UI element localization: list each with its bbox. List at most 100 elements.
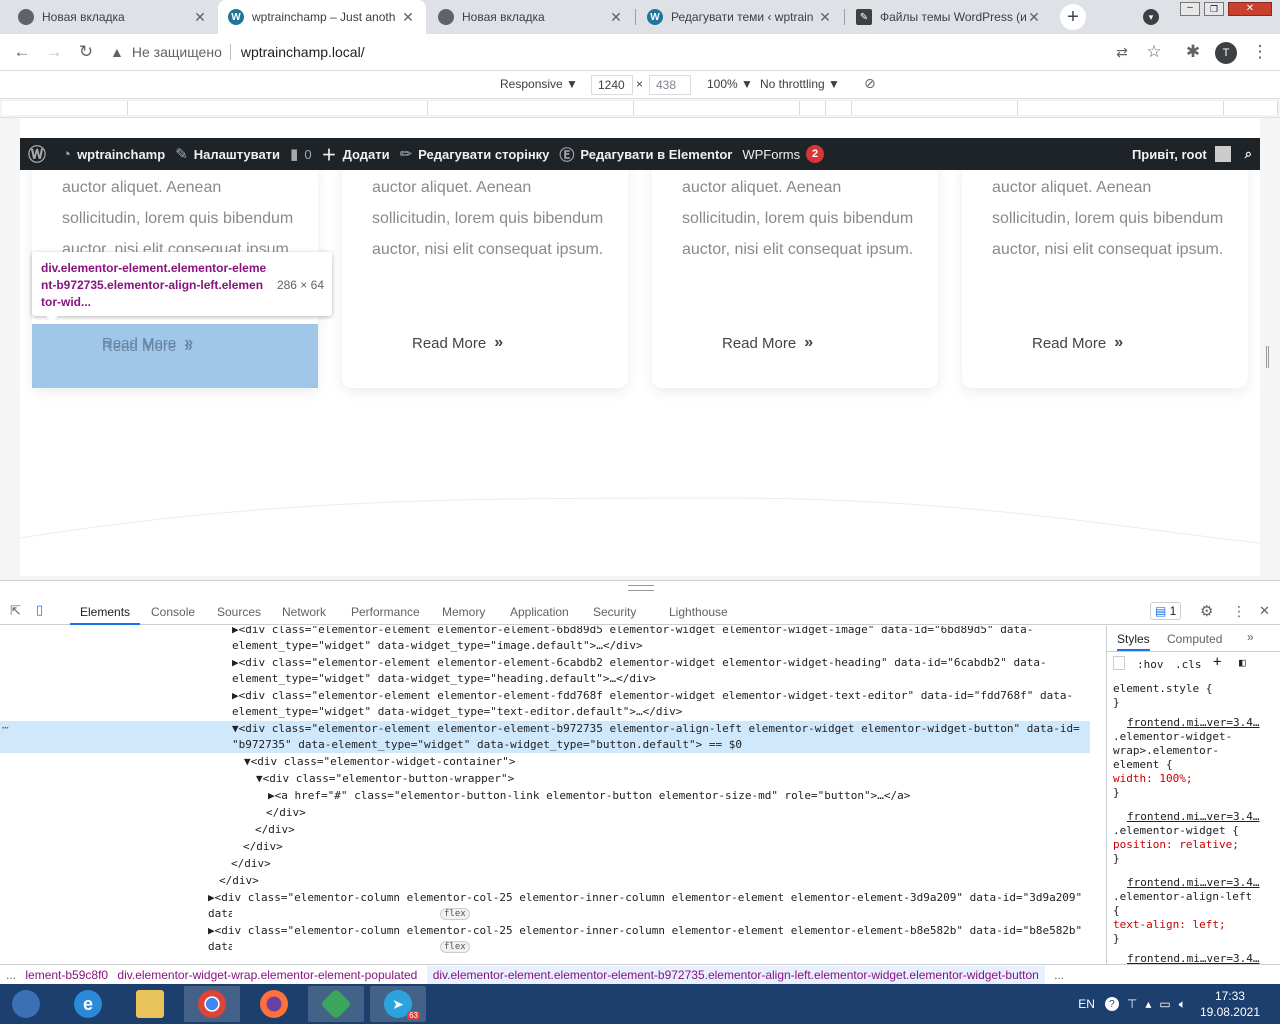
ruler-segment[interactable] (852, 101, 1018, 115)
dom-node[interactable]: element_type="widget" data-widget_type="… (0, 671, 1090, 687)
viewport-width-input[interactable]: 1240 (591, 75, 633, 95)
style-selector[interactable]: element { (1113, 758, 1173, 772)
style-source-link[interactable]: frontend.mi…ver=3.4… (1127, 810, 1259, 824)
dom-node[interactable]: </div> (0, 839, 1090, 855)
settings-gear-icon[interactable]: ⚙ (1200, 602, 1213, 620)
breadcrumb-item[interactable]: ... (1054, 968, 1064, 982)
tab-styles[interactable]: Styles (1117, 632, 1150, 651)
warning-icon[interactable]: ▲ (110, 44, 124, 60)
dom-node[interactable]: </div> (0, 856, 1090, 872)
tab-memory[interactable]: Memory (442, 599, 485, 625)
style-declaration[interactable]: position: relative; (1113, 838, 1239, 852)
style-source-link[interactable]: frontend.mi…ver=3.4… (1127, 876, 1259, 890)
dom-node[interactable]: element_type="widget" data-widget_type="… (0, 638, 1090, 654)
zoom-select[interactable]: 100% ▼ (707, 77, 753, 91)
minimize-icon[interactable]: – (1180, 2, 1200, 16)
breadcrumb-item[interactable]: lement-b59c8f0 (25, 968, 108, 982)
search-icon[interactable]: ⌕ (1245, 146, 1252, 162)
ruler-segment[interactable] (1018, 101, 1224, 115)
dom-node[interactable]: element_type="widget" data-widget_type="… (0, 704, 1090, 720)
taskbar-app[interactable] (308, 986, 364, 1022)
style-declaration[interactable]: text-align: left; (1113, 918, 1226, 932)
dom-node[interactable]: data-element_type="column">…</div> (0, 906, 232, 922)
new-tab-button[interactable]: + (1060, 4, 1086, 30)
taskbar-explorer[interactable] (122, 986, 178, 1022)
account-link[interactable]: Привіт, root (1132, 146, 1231, 162)
style-rule[interactable]: element.style { (1113, 682, 1212, 696)
tray-arrow-icon[interactable]: ▴ (1145, 997, 1151, 1011)
ruler-segment[interactable] (800, 101, 826, 115)
browser-tab-active[interactable]: W wptrainchamp – Just anoth ✕ (218, 0, 426, 34)
tab-security[interactable]: Security (593, 599, 636, 625)
dom-node[interactable]: ▶<div class="elementor-element elementor… (0, 626, 1090, 638)
tab-sources[interactable]: Sources (217, 599, 261, 625)
style-source-link[interactable]: frontend.mi…ver=3.4… (1127, 952, 1259, 964)
url-text[interactable]: wptrainchamp.local/ (241, 44, 365, 60)
throttling-select[interactable]: No throttling ▼ (760, 77, 840, 91)
hov-toggle[interactable]: :hov (1137, 658, 1164, 671)
tab-console[interactable]: Console (151, 599, 195, 625)
ruler-segment[interactable] (128, 101, 428, 115)
cls-toggle[interactable]: .cls (1175, 658, 1202, 671)
style-source-link[interactable]: frontend.mi…ver=3.4… (1127, 716, 1259, 730)
read-more-button[interactable]: Read More » (102, 338, 193, 355)
ruler-segment[interactable] (428, 101, 634, 115)
wpforms-link[interactable]: WPForms 2 (742, 145, 825, 163)
address-bar[interactable]: ▲ Не защищено wptrainchamp.local/ (110, 38, 1150, 66)
dom-node[interactable]: ▶<div class="elementor-column elementor-… (0, 923, 1090, 939)
dom-node[interactable]: </div> (0, 822, 1090, 838)
tab-performance[interactable]: Performance (351, 599, 420, 625)
browser-tab[interactable]: Новая вкладка ✕ (8, 0, 218, 34)
back-icon[interactable]: ← (10, 40, 34, 64)
flex-badge[interactable]: flex (440, 908, 470, 920)
taskbar-chrome[interactable] (184, 986, 240, 1022)
issues-button[interactable]: ▤ 1 (1150, 602, 1182, 620)
read-more-button[interactable]: Read More » (722, 334, 813, 352)
device-toggle-icon[interactable]: ▯ (36, 602, 43, 618)
clock[interactable]: 17:33 19.08.2021 (1200, 988, 1260, 1020)
breadcrumb-item-current[interactable]: div.elementor-element.elementor-element-… (426, 966, 1045, 984)
language-indicator[interactable]: EN (1078, 997, 1095, 1011)
plus-icon[interactable]: + (1213, 654, 1221, 670)
breadcrumb-item[interactable]: div.elementor-widget-wrap.elementor-elem… (117, 968, 417, 982)
browser-tab[interactable]: W Редагувати теми ‹ wptrain ✕ (637, 0, 843, 34)
sidebar-toggle-icon[interactable]: ◧ (1239, 656, 1246, 669)
customize-link[interactable]: ✎ Налаштувати (175, 145, 280, 163)
start-button[interactable] (0, 986, 52, 1022)
dom-node[interactable]: ▼<div class="elementor-button-wrapper"> (0, 771, 1090, 787)
volume-icon[interactable]: 🔈︎ (1179, 997, 1186, 1012)
viewport-height-input[interactable]: 438 (649, 75, 691, 95)
edit-page-link[interactable]: ✏ Редагувати сторінку (400, 145, 550, 163)
close-icon[interactable]: ✕ (192, 9, 208, 26)
style-selector[interactable]: .elementor-align-left (1113, 890, 1252, 904)
ruler-segment[interactable] (634, 101, 800, 115)
dom-node[interactable]: </div> (0, 873, 1090, 889)
flex-badge[interactable]: flex (440, 941, 470, 953)
menu-icon[interactable]: ⋮ (1248, 40, 1272, 64)
dom-node-selected[interactable]: "b972735" data-element_type="widget" dat… (0, 737, 1090, 753)
comments-link[interactable]: ▮ 0 (290, 145, 312, 163)
breadcrumb-item[interactable]: ... (6, 968, 16, 982)
forward-icon[interactable]: → (42, 40, 66, 64)
taskbar-ie[interactable]: e (60, 986, 116, 1022)
style-selector[interactable]: .elementor-widget- (1113, 730, 1232, 744)
resize-handle[interactable] (1266, 346, 1269, 368)
read-more-button[interactable]: Read More » (1032, 334, 1123, 352)
read-more-button[interactable]: Read More » (412, 334, 503, 352)
tab-computed[interactable]: Computed (1167, 632, 1222, 646)
dom-node[interactable]: ▶<a href="#" class="elementor-button-lin… (0, 788, 1090, 804)
pin-icon[interactable]: ⊤ (1127, 997, 1137, 1011)
extensions-icon[interactable]: ✱ (1181, 40, 1205, 64)
edit-elementor-link[interactable]: Ⓔ Редагувати в Elementor (559, 144, 732, 165)
dom-node[interactable]: data-element_type="column">…</div> (0, 939, 232, 955)
wordpress-logo-icon[interactable]: Ⓦ (28, 141, 52, 167)
ruler-segment[interactable] (1224, 101, 1278, 115)
bookmark-star-icon[interactable]: ☆ (1142, 40, 1166, 64)
dom-node[interactable]: ▶<div class="elementor-element elementor… (0, 688, 1090, 704)
inspect-cursor-icon[interactable]: ⇱ (10, 603, 21, 619)
style-selector[interactable]: .elementor-widget { (1113, 824, 1239, 838)
translate-icon[interactable]: ⇄ (1110, 40, 1134, 64)
taskbar-firefox[interactable] (246, 986, 302, 1022)
close-icon[interactable]: ✕ (1026, 9, 1042, 26)
close-window-icon[interactable]: ✕ (1228, 2, 1272, 16)
